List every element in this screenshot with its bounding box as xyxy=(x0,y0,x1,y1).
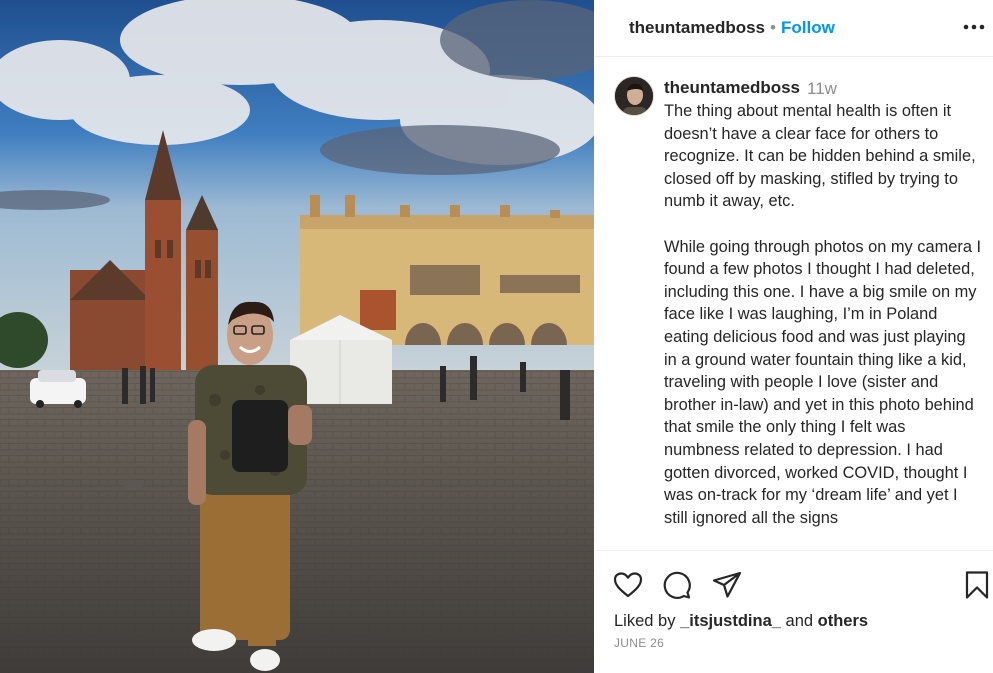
caption-paragraph: The thing about mental health is often i… xyxy=(664,102,976,211)
separator-dot: • xyxy=(770,18,776,37)
post-author-username[interactable]: theuntamedboss xyxy=(629,18,765,38)
liked-by-joiner: and xyxy=(785,612,814,630)
more-options-button[interactable] xyxy=(960,16,988,40)
liked-by-user-link[interactable]: _itsjustdina_ xyxy=(680,612,781,630)
caption-username[interactable]: theuntamedboss xyxy=(664,78,800,98)
share-icon xyxy=(712,571,742,598)
caption-paragraph: While going through photos on my camera … xyxy=(664,237,982,527)
caption-timestamp[interactable]: 11w xyxy=(807,79,837,99)
post-sidebar: theuntamedboss • Follow theuntamedboss 1… xyxy=(594,0,993,673)
follow-button[interactable]: Follow xyxy=(781,18,835,38)
photo-illustration xyxy=(0,0,594,673)
comment-button[interactable] xyxy=(660,569,692,601)
caption-area: theuntamedboss 11w The thing about menta… xyxy=(594,60,993,550)
bookmark-icon xyxy=(965,571,989,599)
post-photo[interactable] xyxy=(0,0,594,673)
save-button[interactable] xyxy=(961,569,993,601)
like-button[interactable] xyxy=(612,569,644,601)
heart-icon xyxy=(613,572,643,598)
liked-by: Liked by _itsjustdina_ and others xyxy=(614,612,868,631)
share-button[interactable] xyxy=(711,569,743,601)
liked-by-others-link[interactable]: others xyxy=(818,612,868,630)
post-header: theuntamedboss • Follow xyxy=(594,0,993,57)
more-icon xyxy=(963,24,985,30)
avatar-image xyxy=(615,77,653,115)
liked-by-prefix: Liked by xyxy=(614,612,676,630)
post-actions: Liked by _itsjustdina_ and others JUNE 2… xyxy=(594,550,993,673)
comment-icon xyxy=(663,571,691,599)
post-date[interactable]: JUNE 26 xyxy=(614,636,664,650)
caption-text: The thing about mental health is often i… xyxy=(664,100,982,550)
avatar[interactable] xyxy=(614,76,654,116)
